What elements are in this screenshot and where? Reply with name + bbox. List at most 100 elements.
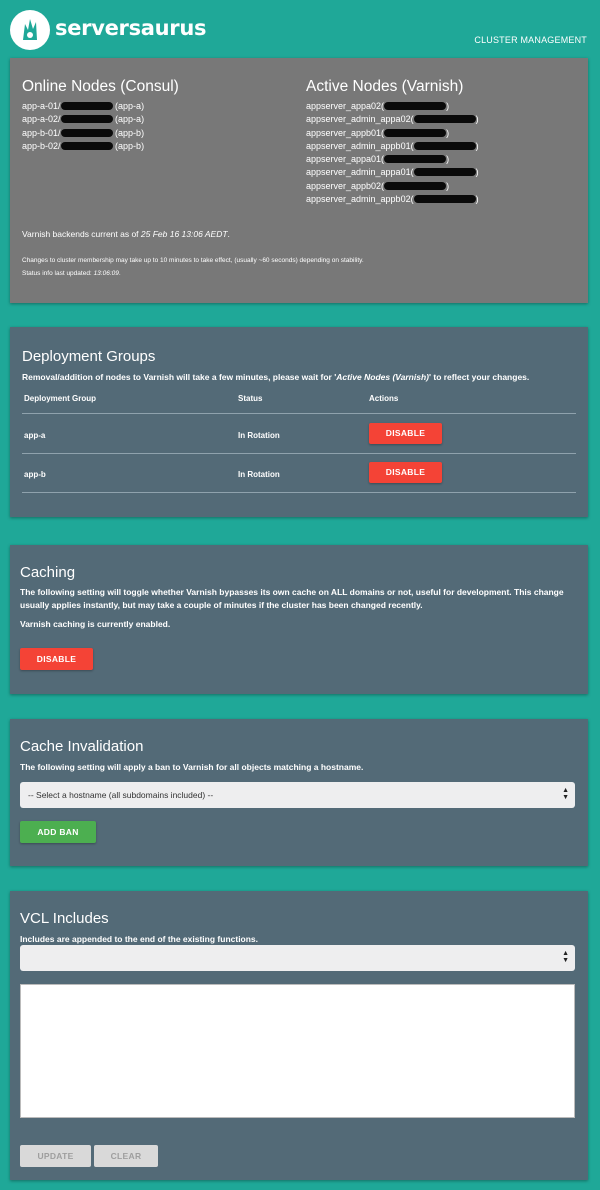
node-suffix: ) [475, 140, 479, 151]
redacted-ip [60, 128, 113, 137]
redacted-ip [413, 141, 476, 150]
disable-app-b-button[interactable]: DISABLE [369, 462, 442, 483]
add-ban-button[interactable]: ADD BAN [20, 821, 96, 843]
active-node-item: appserver_admin_appa01() [306, 166, 479, 179]
active-node-item: appserver_admin_appb02() [306, 193, 479, 206]
redacted-ip [60, 141, 113, 150]
active-node-item: appserver_appb01() [306, 127, 479, 140]
clear-button[interactable]: CLEAR [94, 1145, 158, 1167]
node-group: (app-b) [115, 140, 145, 151]
node-suffix: ) [475, 167, 479, 178]
column-header-actions: Actions [369, 394, 399, 403]
row-status: In Rotation [238, 431, 280, 440]
vcl-includes-title: VCL Includes [20, 910, 109, 927]
node-name: app-a-01/ [22, 101, 61, 111]
redacted-ip [60, 115, 113, 124]
node-name: appserver_admin_appa02( [306, 114, 414, 125]
redacted-ip [384, 128, 447, 137]
online-nodes-list: app-a-01/ (app-a) app-a-02/ (app-a) app-… [22, 100, 144, 153]
online-node-item: app-a-01/ (app-a) [22, 100, 144, 113]
redacted-ip [384, 155, 447, 164]
node-suffix: ) [446, 101, 450, 111]
node-name: appserver_admin_appb01( [306, 140, 414, 151]
desc-suffix: ' to reflect your changes. [428, 372, 530, 382]
desc-em: Active Nodes (Varnish) [336, 372, 429, 382]
node-name: app-a-02/ [22, 114, 61, 125]
node-suffix: ) [446, 154, 450, 165]
node-name: appserver_appb01( [306, 127, 385, 138]
caching-title: Caching [20, 564, 76, 581]
status-updated-text: Status info last updated: 13:06:09. [22, 270, 121, 277]
vcl-includes-panel: VCL Includes Includes are appended to th… [10, 891, 588, 1180]
select-arrows-icon: ▲ ▼ [562, 787, 569, 801]
node-name: app-b-01/ [22, 127, 61, 138]
select-arrows-icon: ▲ ▼ [562, 950, 569, 964]
cache-invalidation-desc: The following setting will apply a ban t… [20, 762, 364, 772]
backends-prefix: Varnish backends current as of [22, 229, 141, 239]
active-node-item: appserver_admin_appb01() [306, 140, 479, 153]
redacted-ip [384, 181, 447, 190]
backends-suffix: . [227, 229, 230, 239]
deployment-groups-title: Deployment Groups [22, 348, 156, 365]
dinosaur-logo-icon[interactable] [10, 10, 50, 50]
state-prefix: Varnish caching is currently [20, 619, 136, 629]
row-group: app-a [24, 431, 46, 440]
backends-time: 25 Feb 16 13:06 AEDT [140, 229, 228, 239]
cache-invalidation-panel: Cache Invalidation The following setting… [10, 719, 588, 866]
cluster-status-panel: Online Nodes (Consul) app-a-01/ (app-a) … [10, 58, 588, 303]
hostname-select-value: -- Select a hostname (all subdomains inc… [28, 790, 214, 800]
node-name: appserver_admin_appb02( [306, 194, 414, 205]
active-nodes-title: Active Nodes (Varnish) [306, 78, 464, 95]
hostname-select[interactable]: -- Select a hostname (all subdomains inc… [20, 782, 575, 808]
row-status: In Rotation [238, 470, 280, 479]
vcl-editor-textarea[interactable] [20, 984, 575, 1118]
update-button[interactable]: UPDATE [20, 1145, 91, 1167]
caching-desc: The following setting will toggle whethe… [20, 587, 564, 610]
online-node-item: app-a-02/ (app-a) [22, 113, 144, 126]
status-time: 13:06:09 [93, 270, 119, 277]
redacted-ip [384, 102, 447, 110]
membership-note: Changes to cluster membership may take u… [22, 257, 364, 264]
deployment-groups-desc: Removal/addition of nodes to Varnish wil… [22, 371, 582, 384]
online-node-item: app-b-02/ (app-b) [22, 140, 144, 153]
brand-name[interactable]: serversaurus [55, 16, 207, 40]
node-name: appserver_appa01( [306, 154, 385, 165]
table-divider [22, 492, 576, 493]
active-nodes-list: appserver_appa02() appserver_admin_appa0… [306, 100, 479, 206]
node-name: appserver_appb02( [306, 180, 385, 191]
caching-panel: Caching The following setting will toggl… [10, 545, 588, 694]
disable-caching-button[interactable]: DISABLE [20, 648, 93, 670]
column-header-status: Status [238, 394, 263, 403]
active-node-item: appserver_admin_appa02() [306, 113, 479, 126]
deployment-groups-panel: Deployment Groups Removal/addition of no… [10, 327, 588, 517]
online-node-item: app-b-01/ (app-b) [22, 127, 144, 140]
row-group: app-b [24, 470, 46, 479]
node-name: app-b-02/ [22, 140, 61, 151]
desc-prefix: Removal/addition of nodes to Varnish wil… [22, 372, 337, 382]
node-group: (app-a) [115, 101, 145, 111]
active-node-item: appserver_appa02() [306, 100, 479, 113]
node-group: (app-a) [115, 114, 145, 125]
backends-current-text: Varnish backends current as of 25 Feb 16… [22, 229, 230, 239]
active-node-item: appserver_appb02() [306, 180, 479, 193]
node-suffix: ) [446, 180, 450, 191]
active-node-item: appserver_appa01() [306, 153, 479, 166]
status-prefix: Status info last updated: [22, 270, 94, 277]
node-group: (app-b) [115, 127, 145, 138]
node-name: appserver_admin_appa01( [306, 167, 414, 178]
cache-invalidation-title: Cache Invalidation [20, 738, 144, 755]
node-suffix: ) [446, 127, 450, 138]
state-suffix: . [167, 619, 171, 629]
disable-app-a-button[interactable]: DISABLE [369, 423, 442, 444]
column-header-group: Deployment Group [24, 394, 97, 403]
table-divider [22, 453, 576, 454]
redacted-ip [413, 195, 476, 204]
status-suffix: . [118, 270, 121, 277]
node-suffix: ) [475, 194, 479, 205]
node-suffix: ) [475, 114, 479, 125]
online-nodes-title: Online Nodes (Consul) [22, 78, 179, 95]
vcl-include-select[interactable]: ▲ ▼ [20, 945, 575, 971]
state-value: enabled [135, 619, 168, 629]
top-bar: serversaurus CLUSTER MANAGEMENT [0, 0, 600, 58]
nav-cluster-management[interactable]: CLUSTER MANAGEMENT [474, 35, 587, 45]
